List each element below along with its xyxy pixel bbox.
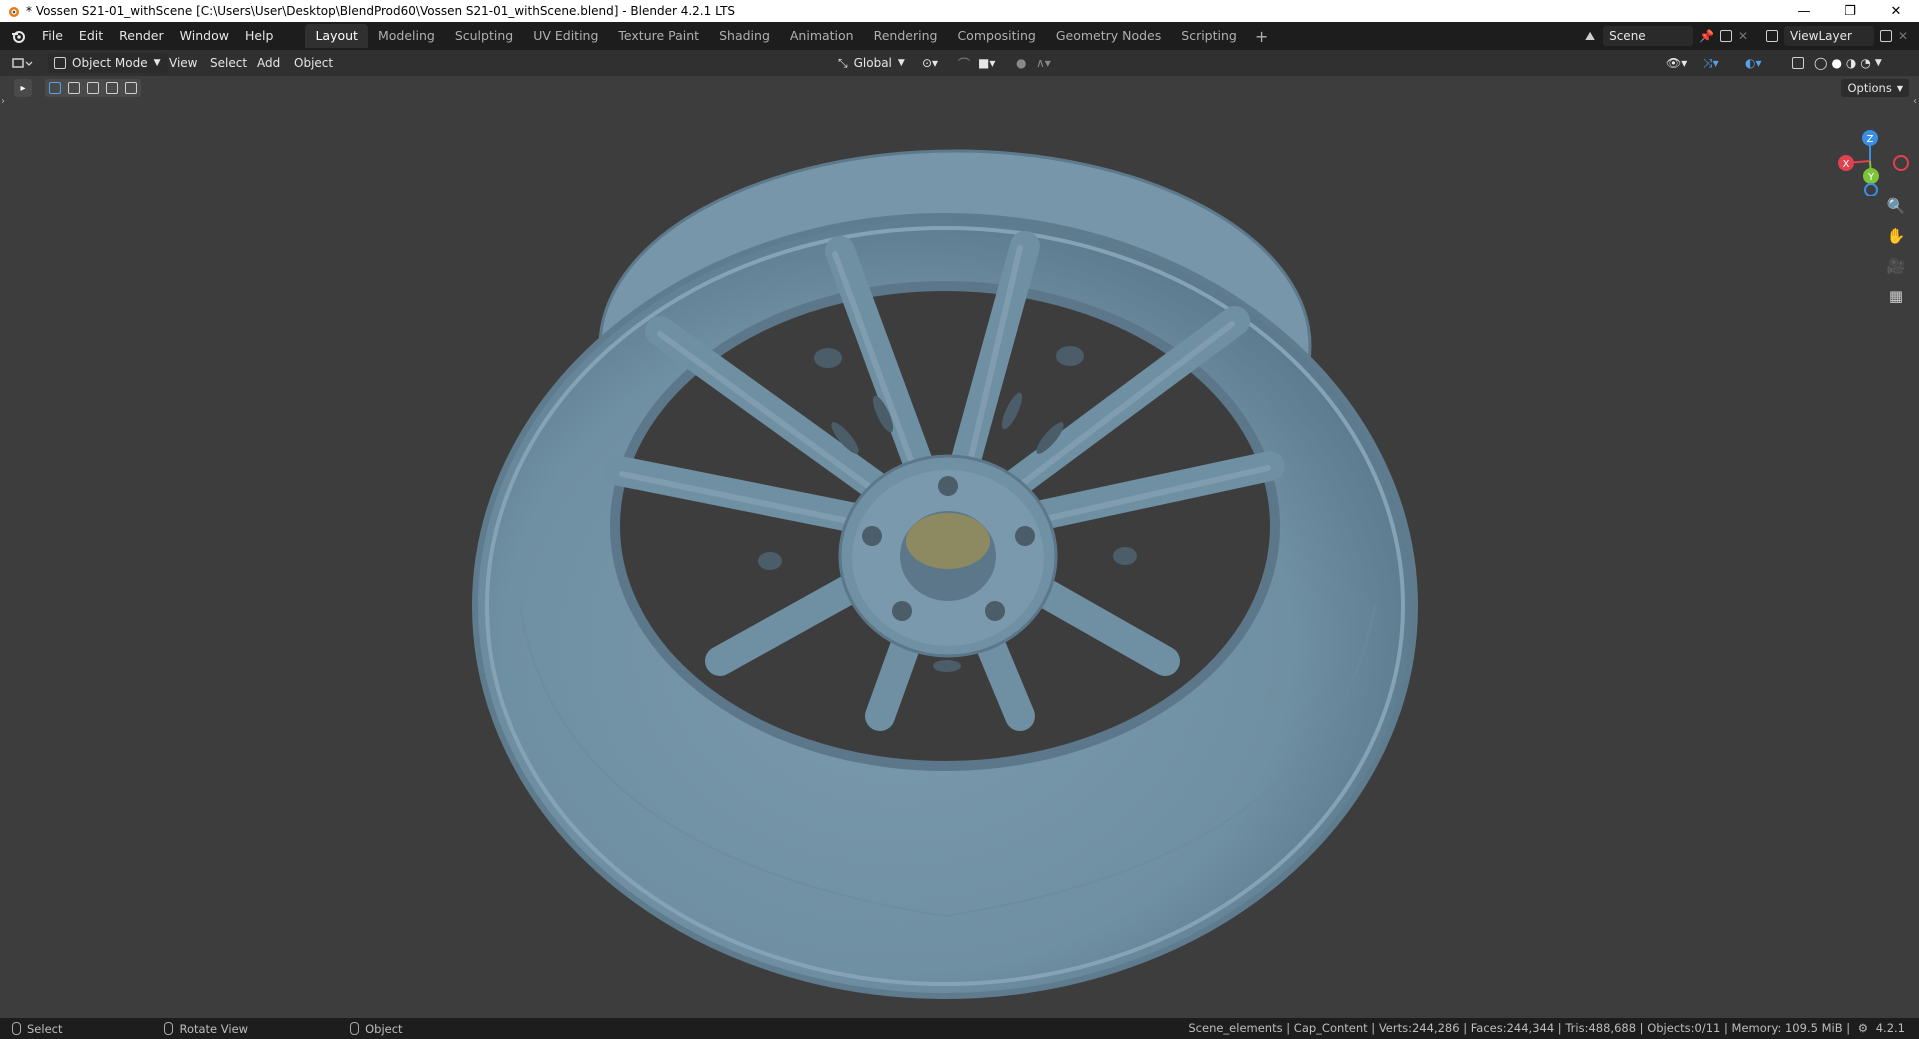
tab-sculpting[interactable]: Sculpting	[445, 24, 523, 48]
tab-uv-editing[interactable]: UV Editing	[523, 24, 608, 48]
status-object-hint: Object	[338, 1022, 403, 1036]
falloff-icon: ∧▾	[1036, 56, 1051, 70]
maximize-button[interactable]: ❐	[1827, 0, 1873, 22]
scene-statistics: Scene_elements | Cap_Content | Verts:244…	[1188, 1021, 1905, 1035]
add-workspace-button[interactable]: +	[1247, 27, 1276, 46]
version-icon: ⚙	[1857, 1021, 1869, 1035]
rendered-shading-icon[interactable]: ◔	[1860, 56, 1870, 70]
select-menu[interactable]: Select	[210, 53, 247, 73]
scene-selector[interactable]: ⛰ Scene 📌 ✕	[1585, 25, 1748, 47]
tab-modeling[interactable]: Modeling	[368, 24, 445, 48]
chevron-down-icon: ▼	[897, 58, 905, 68]
pan-hand-icon[interactable]: ✋	[1884, 224, 1908, 248]
object-menu[interactable]: Object	[294, 53, 333, 73]
window-title: * Vossen S21-01_withScene [C:\Users\User…	[26, 4, 736, 18]
y-axis-label: Y	[1867, 172, 1875, 183]
menu-file[interactable]: File	[34, 25, 71, 47]
top-bar: File Edit Render Window Help Layout Mode…	[0, 22, 1919, 50]
neg-x-axis-handle	[1893, 155, 1909, 171]
menu-help[interactable]: Help	[237, 25, 282, 47]
viewlayer-icon	[1766, 30, 1778, 42]
delete-scene-icon[interactable]: ✕	[1738, 29, 1748, 43]
shading-modes[interactable]: ◯ ● ◑ ◔ ▼	[1814, 53, 1882, 73]
mouse-middle-icon	[164, 1022, 174, 1035]
scene-icon: ⛰	[1585, 28, 1596, 43]
mouse-right-icon	[350, 1022, 360, 1035]
close-button[interactable]: ✕	[1873, 0, 1919, 22]
snap-magnet-icon: ⌒	[958, 56, 971, 71]
gizmo-toggle[interactable]: ⤨▾	[1703, 53, 1719, 73]
orientation-label: Global	[853, 56, 892, 70]
material-shading-icon[interactable]: ◑	[1846, 56, 1856, 70]
window-titlebar: * Vossen S21-01_withScene [C:\Users\User…	[0, 0, 1919, 22]
tab-animation[interactable]: Animation	[780, 24, 864, 48]
mode-dropdown[interactable]: Object Mode ▼	[48, 53, 168, 73]
solid-shading-icon[interactable]: ●	[1831, 56, 1841, 70]
proportional-edit-toggle[interactable]: ●	[1016, 53, 1026, 73]
scene-name-field[interactable]: Scene	[1603, 26, 1694, 46]
navigation-gizmo[interactable]: Z X Y	[1825, 116, 1915, 196]
pivot-icon: ⊙▾	[922, 56, 939, 70]
pivot-point-button[interactable]: ⊙▾	[922, 53, 938, 73]
xray-icon	[1792, 57, 1804, 69]
object-mode-icon	[54, 57, 66, 69]
delete-viewlayer-icon[interactable]: ✕	[1898, 29, 1908, 43]
tab-geometry-nodes[interactable]: Geometry Nodes	[1046, 24, 1171, 48]
tab-shading[interactable]: Shading	[709, 24, 780, 48]
viewlayer-selector[interactable]: ViewLayer ✕	[1766, 25, 1908, 47]
wireframe-shading-icon[interactable]: ◯	[1814, 56, 1827, 70]
tab-scripting[interactable]: Scripting	[1171, 24, 1247, 48]
overlays-toggle[interactable]: ◐▾	[1745, 53, 1762, 73]
snap-toggle[interactable]: ⌒	[958, 53, 970, 73]
perspective-grid-icon[interactable]: ▦	[1884, 284, 1908, 308]
status-select-hint: Select	[0, 1022, 62, 1036]
editor-type-button[interactable]	[12, 53, 34, 73]
blender-logo-icon	[9, 7, 19, 17]
status-rotate-hint: Rotate View	[152, 1022, 248, 1036]
x-axis-label: X	[1843, 159, 1850, 170]
mode-label: Object Mode	[72, 56, 148, 70]
editor-type-icon	[12, 58, 33, 68]
tab-texture-paint[interactable]: Texture Paint	[608, 24, 709, 48]
tab-rendering[interactable]: Rendering	[864, 24, 948, 48]
blender-version: 4.2.1	[1875, 1021, 1905, 1035]
orientation-icon: ⤡	[838, 55, 848, 70]
proportional-edit-icon: ●	[1016, 56, 1027, 70]
status-bar: Select Rotate View Object Scene_elements…	[0, 1018, 1919, 1039]
gizmo-icon: ⤨▾	[1703, 55, 1719, 70]
viewport-header: Object Mode ▼ View Select Add Object ⤡ G…	[0, 50, 1919, 76]
menu-render[interactable]: Render	[111, 25, 172, 47]
view-menu[interactable]: View	[169, 53, 197, 73]
z-axis-label: Z	[1867, 134, 1874, 145]
camera-view-icon[interactable]: 🎥	[1884, 254, 1908, 278]
new-scene-icon[interactable]	[1720, 30, 1733, 42]
menu-edit[interactable]: Edit	[71, 25, 111, 47]
blender-menu-icon[interactable]	[8, 26, 28, 46]
tab-layout[interactable]: Layout	[305, 24, 368, 48]
proportional-falloff-button[interactable]: ∧▾	[1036, 53, 1051, 73]
snap-target-icon: ■▾	[978, 56, 996, 70]
eye-icon: 👁▾	[1666, 56, 1688, 70]
3d-viewport[interactable]: ▸ Options ▼ › ‹ Z X Y 🔍 ✋ 🎥 ▦	[0, 76, 1919, 1018]
neg-z-axis-handle	[1864, 183, 1878, 196]
wheel-model	[472, 149, 1418, 999]
zoom-icon[interactable]: 🔍	[1884, 194, 1908, 218]
transform-orientation-dropdown[interactable]: ⤡ Global ▼	[838, 53, 905, 73]
new-viewlayer-icon[interactable]	[1880, 30, 1892, 42]
chevron-down-icon[interactable]: ▼	[1875, 58, 1882, 68]
mouse-left-icon	[12, 1022, 21, 1035]
tab-compositing[interactable]: Compositing	[947, 24, 1045, 48]
viewlayer-name-field[interactable]: ViewLayer	[1784, 26, 1874, 46]
visibility-button[interactable]: 👁▾	[1666, 53, 1687, 73]
pin-icon[interactable]: 📌	[1699, 29, 1714, 43]
overlays-icon: ◐▾	[1745, 56, 1762, 70]
minimize-button[interactable]: —	[1781, 0, 1827, 22]
add-menu[interactable]: Add	[257, 53, 280, 73]
snap-target-button[interactable]: ■▾	[978, 53, 995, 73]
chevron-down-icon: ▼	[153, 58, 161, 68]
menu-window[interactable]: Window	[172, 25, 237, 47]
xray-toggle[interactable]	[1792, 53, 1804, 73]
